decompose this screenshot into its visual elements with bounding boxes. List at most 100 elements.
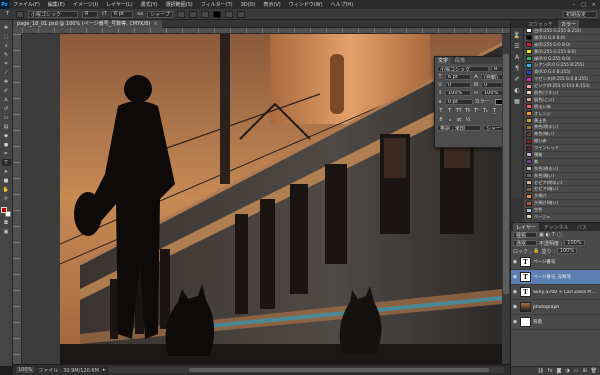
swatch-item[interactable]: 赤(R:255 G:0 B:0): [524, 42, 600, 49]
tab-swatches[interactable]: スウォッチ: [525, 20, 556, 28]
blur-tool-icon[interactable]: ◆: [2, 132, 11, 139]
eyedropper-tool-icon[interactable]: ⁄: [2, 69, 11, 76]
swatch-item[interactable]: シアン(R:0 G:255 B:255): [524, 62, 600, 70]
faux-bold-icon[interactable]: T: [438, 108, 444, 114]
minimize-icon[interactable]: –: [573, 2, 576, 8]
swatch-item[interactable]: 黄土色: [524, 118, 600, 125]
new-group-icon[interactable]: ▭: [574, 368, 579, 374]
align-right-button[interactable]: [201, 10, 210, 18]
all-caps-icon[interactable]: TT: [456, 108, 462, 114]
visibility-eye-icon[interactable]: ◉: [512, 304, 518, 310]
swatch-item[interactable]: セピア(暗い): [524, 186, 600, 194]
opacity-field[interactable]: 100%: [564, 240, 585, 246]
hand-tool-icon[interactable]: ✋: [2, 186, 11, 193]
swatch-item[interactable]: 空色: [524, 207, 600, 215]
new-layer-icon[interactable]: ⊞: [582, 368, 586, 374]
char-kerning[interactable]: 0: [445, 82, 471, 88]
zoom-level[interactable]: 100%: [16, 367, 35, 373]
font-style-select[interactable]: R: [82, 10, 98, 18]
adjustments-panel-icon[interactable]: ◐: [513, 86, 521, 94]
layer-row[interactable]: ◉ T ページ番号: [511, 255, 600, 270]
tab-channels[interactable]: チャンネル: [541, 223, 572, 231]
layer-row[interactable]: ◉ 背景: [511, 315, 600, 330]
swatch-item[interactable]: 灰色(暗い): [524, 173, 600, 180]
text-color-swatch[interactable]: [213, 10, 222, 18]
eraser-tool-icon[interactable]: ▭: [2, 114, 11, 121]
subscript-icon[interactable]: T₁: [482, 108, 488, 114]
blend-mode-select[interactable]: 通常: [513, 240, 537, 247]
visibility-eye-icon[interactable]: ◉: [512, 259, 518, 265]
small-caps-icon[interactable]: Tt: [465, 108, 471, 114]
align-center-button[interactable]: [189, 10, 198, 18]
pen-tool-icon[interactable]: ✒: [2, 150, 11, 157]
properties-panel-icon[interactable]: ☰: [513, 42, 521, 50]
delete-layer-icon[interactable]: 🗑: [591, 368, 597, 374]
gradient-tool-icon[interactable]: ▤: [2, 123, 11, 130]
brush-panel-icon[interactable]: ✐: [513, 75, 521, 83]
filter-adjust-icon[interactable]: ◐: [546, 232, 550, 238]
swatch-item[interactable]: 肌色(こい): [524, 97, 600, 104]
layer-name[interactable]: photograph: [533, 305, 559, 310]
filter-pixel-icon[interactable]: ▣: [539, 232, 544, 238]
tab-paths[interactable]: パス: [574, 223, 590, 231]
clone-stamp-icon[interactable]: ♙: [2, 96, 11, 103]
screen-mode-icon[interactable]: ▣: [2, 228, 11, 235]
char-font-size[interactable]: 6 pt: [445, 74, 471, 80]
menu-type[interactable]: 書式(Y): [137, 1, 162, 8]
char-vertical-scale[interactable]: 100%: [445, 90, 471, 96]
history-panel-icon[interactable]: ⌛: [513, 31, 521, 39]
warp-text-button[interactable]: [225, 10, 234, 18]
dodge-tool-icon[interactable]: ●: [2, 141, 11, 148]
swatch-item[interactable]: 明るい赤: [524, 104, 600, 111]
swatch-item[interactable]: 白(R:255 G:255 B:255): [524, 28, 600, 35]
shape-tool-icon[interactable]: ■: [2, 177, 11, 184]
layer-row[interactable]: ◉ T Sony α700 + Carl Zeiss Pl...: [511, 285, 600, 300]
visibility-eye-icon[interactable]: ◉: [512, 319, 518, 325]
close-document-icon[interactable]: ×: [153, 21, 157, 27]
brush-tool-icon[interactable]: ✐: [2, 87, 11, 94]
faux-italic-icon[interactable]: T: [447, 108, 453, 114]
swatch-item[interactable]: 紫: [524, 159, 600, 166]
close-icon[interactable]: ✕: [592, 2, 596, 8]
toggle-panels-button[interactable]: [237, 10, 246, 18]
marquee-tool-icon[interactable]: ⬚: [2, 33, 11, 40]
font-size-select[interactable]: 6 pt: [111, 10, 134, 18]
adjustment-layer-icon[interactable]: ◑: [565, 368, 569, 374]
menu-filter[interactable]: フィルター(T): [197, 1, 237, 8]
swatch-item[interactable]: 夕焼け: [524, 193, 600, 201]
type-tool-icon[interactable]: T: [1, 159, 11, 166]
healing-brush-icon[interactable]: ✚: [2, 78, 11, 85]
filter-shape-icon[interactable]: ▢: [557, 232, 562, 238]
document-tab[interactable]: page_18_01.psd @ 100% (ページ番号_号数等, CMYK/8…: [13, 19, 162, 28]
swatch-item[interactable]: 暗い赤: [524, 138, 600, 146]
lasso-tool-icon[interactable]: ↄ: [2, 42, 11, 49]
horizontal-scrollbar[interactable]: [109, 367, 504, 373]
align-left-button[interactable]: [177, 10, 186, 18]
vertical-scroll-thumb[interactable]: [503, 54, 509, 294]
maximize-icon[interactable]: □: [581, 2, 586, 8]
menu-window[interactable]: ウィンドウ(W): [285, 1, 327, 8]
lock-icon[interactable]: 🔒: [533, 248, 539, 254]
menu-edit[interactable]: 編集(E): [44, 1, 69, 8]
vertical-ruler[interactable]: [13, 34, 22, 364]
char-language[interactable]: 英語 : 米国: [437, 125, 481, 131]
char-baseline-shift[interactable]: 0 pt: [445, 98, 473, 105]
swatch-item[interactable]: セピア(明るい): [524, 180, 600, 187]
swatch-item[interactable]: 肌色(うすい): [524, 90, 600, 97]
swatch-item[interactable]: 青(R:0 G:0 B:255): [524, 69, 600, 77]
swash-icon[interactable]: ℴ: [447, 117, 453, 123]
swatch-item[interactable]: ワインレッド: [524, 145, 600, 153]
tab-paragraph[interactable]: 段落: [452, 57, 468, 64]
menu-layer[interactable]: レイヤー(L): [102, 1, 137, 8]
visibility-eye-icon[interactable]: ◉: [512, 274, 518, 280]
layer-style-icon[interactable]: fx: [548, 368, 553, 374]
zoom-tool-icon[interactable]: ⚲: [2, 195, 11, 202]
stylistic-icon[interactable]: st: [456, 117, 462, 123]
history-brush-icon[interactable]: ↺: [2, 105, 11, 112]
layer-kind-filter[interactable]: 種類: [513, 232, 537, 239]
swatch-item[interactable]: 黒(R:0 G:0 B:0): [524, 35, 600, 42]
swatch-item[interactable]: マゼンタ(R:255 G:0 B:255): [524, 76, 600, 84]
tab-layers[interactable]: レイヤー: [513, 223, 539, 231]
path-select-icon[interactable]: ➤: [2, 168, 11, 175]
menu-file[interactable]: ファイル(F): [9, 1, 44, 8]
